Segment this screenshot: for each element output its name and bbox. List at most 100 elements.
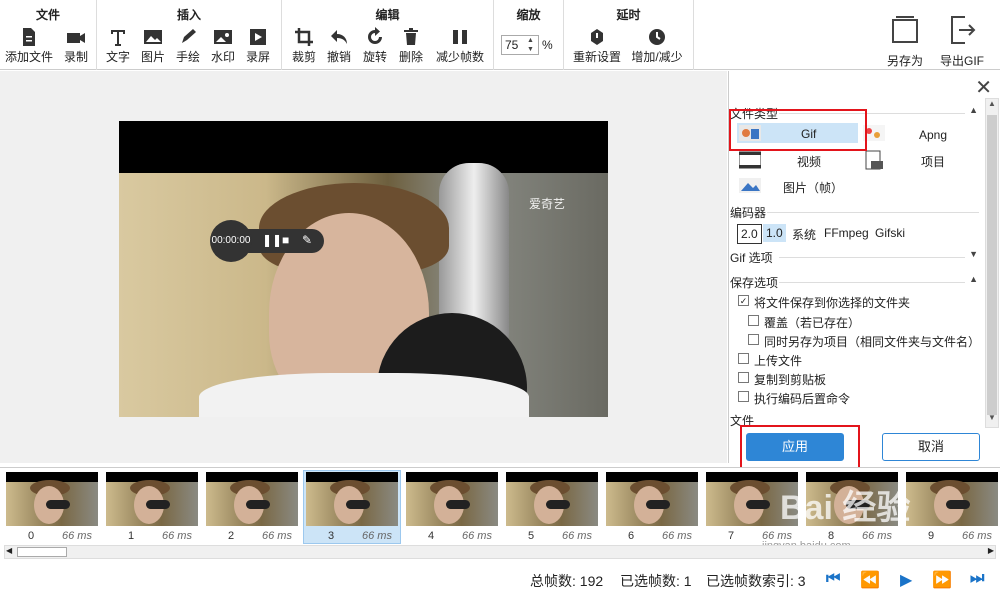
edit-icon[interactable]: ✎ — [302, 233, 312, 247]
thumb-player — [246, 500, 270, 509]
frame-thumbnail[interactable] — [306, 472, 398, 526]
expand-icon[interactable]: ▼ — [969, 249, 978, 259]
selected-index: 已选帧数索引: 3 — [706, 573, 806, 589]
close-icon[interactable]: ✕ — [975, 75, 992, 100]
checkbox-post-command[interactable] — [738, 391, 749, 402]
text-button[interactable]: 文字 — [104, 26, 132, 65]
adjust-delay-button[interactable]: 增加/减少 — [628, 26, 686, 65]
scroll-up-icon[interactable]: ▲ — [986, 99, 998, 113]
shirt — [199, 373, 529, 417]
frame-thumbnail[interactable] — [6, 472, 98, 526]
group-title-delay: 延时 — [616, 8, 641, 22]
delete-button[interactable]: 删除 — [397, 26, 425, 65]
reset-delay-button[interactable]: 重新设置 — [571, 26, 623, 65]
thumb-player — [446, 500, 470, 509]
scroll-left-icon[interactable]: ◀ — [6, 546, 12, 555]
group-title-edit: 编辑 — [375, 8, 400, 22]
group-title-file: 文件 — [35, 8, 60, 22]
frame-index: 0 — [28, 530, 35, 542]
checkbox-overwrite[interactable] — [748, 315, 759, 326]
draw-label: 手绘 — [175, 50, 200, 64]
file-type-video[interactable]: 视频 — [797, 153, 821, 170]
scroll-right-icon[interactable]: ▶ — [988, 546, 994, 555]
first-frame-icon[interactable]: ⏮ — [826, 570, 840, 588]
play-icon[interactable]: ▶ — [900, 570, 912, 590]
add-file-button[interactable]: 添加文件 — [3, 26, 55, 65]
checkbox-upload[interactable] — [738, 353, 749, 364]
frame-thumbnail[interactable] — [106, 472, 198, 526]
file-type-project[interactable]: 项目 — [921, 153, 945, 170]
frame-thumbnail[interactable] — [206, 472, 298, 526]
strip-scrollbar[interactable]: ◀ ▶ — [4, 545, 996, 559]
frame-index: 5 — [528, 530, 535, 542]
group-title-insert: 插入 — [176, 8, 201, 22]
save-as-button[interactable]: 另存为 — [882, 14, 928, 69]
frame-delay: 66 ms — [162, 530, 192, 542]
player-bar: ❚❚ ■ ✎ — [246, 229, 324, 253]
export-gif-label: 导出GIF — [940, 54, 984, 68]
file-type-apng[interactable]: Apng — [919, 128, 947, 142]
encoder-gifski[interactable]: Gifski — [872, 224, 908, 242]
group-edit: 编辑 裁剪 撤销 旋转 删除 减少帧数 — [282, 0, 494, 70]
undo-button[interactable]: 撤销 — [325, 26, 353, 65]
encoder-1-0[interactable]: 1.0 — [763, 224, 786, 242]
last-frame-icon[interactable]: ⏭ — [970, 570, 984, 588]
scroll-thumb[interactable] — [987, 115, 997, 415]
draw-button[interactable]: 手绘 — [174, 26, 202, 65]
zoom-input[interactable]: 75 ▲ ▼ — [501, 35, 539, 55]
file-type-frames[interactable]: 图片（帧） — [783, 179, 843, 196]
save-options-title: 保存选项 — [730, 276, 779, 290]
watermark-button[interactable]: 水印 — [209, 26, 237, 65]
thumb-player — [646, 500, 670, 509]
encoder-system[interactable]: 系统 — [789, 224, 819, 245]
cancel-button[interactable]: 取消 — [882, 433, 980, 461]
frame-thumbnail[interactable] — [406, 472, 498, 526]
image-icon — [144, 30, 162, 44]
encoder-ffmpeg[interactable]: FFmpeg — [821, 224, 872, 242]
current-frame: 爱奇艺 — [119, 121, 608, 417]
gif-options-title[interactable]: Gif 选项 — [730, 249, 773, 266]
frame-thumbnail[interactable] — [606, 472, 698, 526]
frames-icon — [739, 178, 761, 193]
frame-thumbnail[interactable] — [906, 472, 998, 526]
camera-icon — [67, 33, 85, 43]
frame-delay: 66 ms — [362, 530, 392, 542]
zoom-spinner[interactable]: ▲ ▼ — [527, 36, 537, 54]
rotate-button[interactable]: 旋转 — [361, 26, 389, 65]
thumb-player — [146, 500, 170, 509]
image-button[interactable]: 图片 — [139, 26, 167, 65]
next-frame-icon[interactable]: ⏩ — [932, 570, 952, 590]
group-insert: 插入 文字 图片 手绘 水印 录屏 — [97, 0, 282, 70]
checkbox-save-to-folder[interactable]: ✓ — [738, 295, 749, 306]
panel-scrollbar[interactable]: ▲ ▼ — [985, 98, 999, 428]
checkbox-save-project[interactable] — [748, 334, 759, 345]
group-title-zoom: 缩放 — [516, 8, 541, 22]
export-gif-button[interactable]: 导出GIF — [936, 14, 988, 69]
frame-delay: 66 ms — [562, 530, 592, 542]
pause-icon[interactable]: ❚❚ — [262, 233, 282, 247]
watermark-icon — [214, 30, 232, 44]
frame-thumbnail[interactable] — [506, 472, 598, 526]
adjust-delay-label: 增加/减少 — [631, 50, 683, 64]
collapse-icon[interactable]: ▲ — [969, 105, 978, 115]
save-project-label: 同时另存为项目（相同文件夹与文件名） — [764, 335, 981, 349]
strip-scroll-thumb[interactable] — [17, 547, 67, 557]
video-logo: 爱奇艺 — [529, 197, 566, 211]
scroll-down-icon[interactable]: ▼ — [986, 413, 998, 427]
stop-icon[interactable]: ■ — [282, 233, 289, 247]
zoom-unit: % — [542, 38, 553, 52]
collapse-icon[interactable]: ▲ — [969, 274, 978, 284]
frame-delay: 66 ms — [262, 530, 292, 542]
record-button[interactable]: 录制 — [61, 26, 91, 65]
frame-index: 7 — [728, 530, 735, 542]
reduce-frames-button[interactable]: 减少帧数 — [433, 26, 487, 65]
frame-index: 2 — [228, 530, 235, 542]
frame-index: 3 — [328, 530, 335, 542]
screen-record-button[interactable]: 录屏 — [244, 26, 272, 65]
previous-frame-icon[interactable]: ⏪ — [860, 570, 880, 590]
crop-button[interactable]: 裁剪 — [290, 26, 318, 65]
encoder-2-0[interactable]: 2.0 — [737, 224, 762, 244]
overwrite-label: 覆盖（若已存在） — [764, 316, 861, 330]
checkbox-clipboard[interactable] — [738, 372, 749, 383]
status-bar: 总帧数: 192 已选帧数: 1 已选帧数索引: 3 ⏮ ⏪ ▶ ⏩ ⏭ — [0, 562, 1000, 595]
